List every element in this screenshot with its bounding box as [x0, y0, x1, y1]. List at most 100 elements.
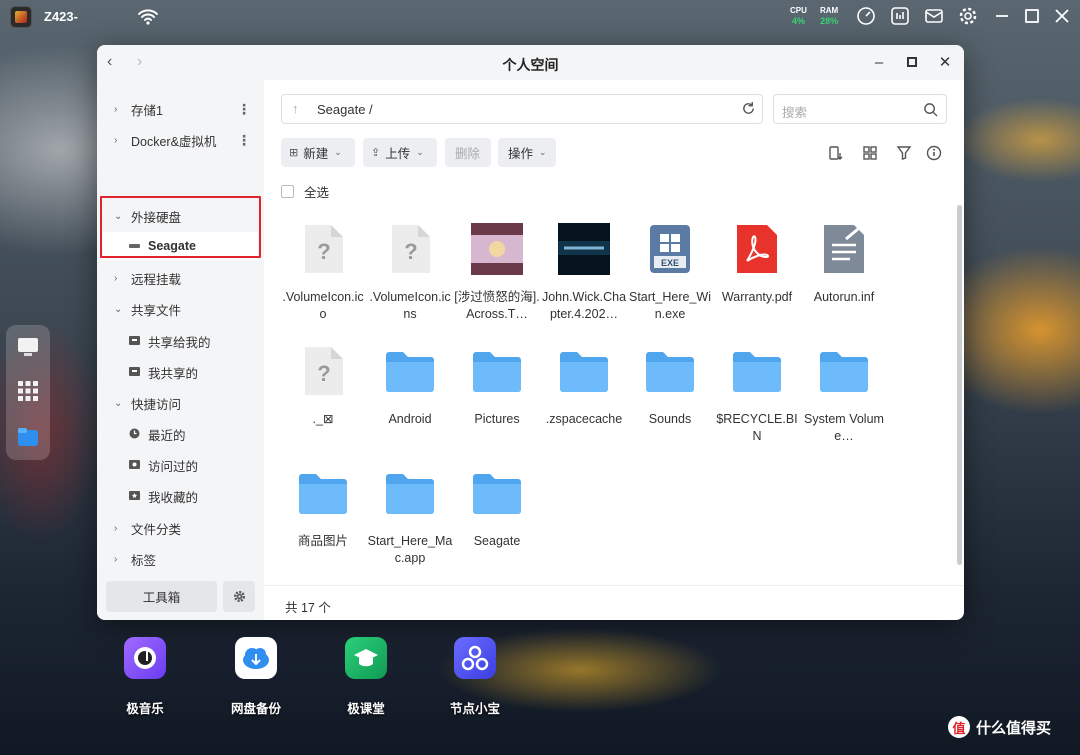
file-name: Start_Here_Win.exe: [629, 290, 711, 321]
file-name: Warranty.pdf: [721, 290, 793, 304]
file-item[interactable]: Warranty.pdf: [714, 223, 800, 306]
sidebar-item-shared-files[interactable]: ⌄ 共享文件: [97, 295, 264, 323]
arrow-up-icon[interactable]: ↑: [292, 101, 299, 116]
app-grid-icon[interactable]: [17, 380, 39, 402]
unknown-file-icon: ?: [297, 345, 349, 397]
file-item[interactable]: Sounds: [627, 345, 713, 428]
chevron-down-icon: ⌄: [334, 147, 342, 157]
path-bar[interactable]: ↑ Seagate /: [281, 94, 763, 124]
more-options-icon[interactable]: ⋮: [237, 132, 251, 149]
sidebar-item-docker-vm[interactable]: › Docker&虚拟机 ⋮: [97, 126, 264, 154]
sidebar-item-quick-access[interactable]: ⌄ 快捷访问: [97, 389, 264, 417]
select-all[interactable]: 全选: [281, 182, 329, 201]
sidebar-item-recent[interactable]: 最近的: [97, 420, 264, 448]
select-all-checkbox[interactable]: [281, 185, 294, 198]
sidebar-item-label: 访问过的: [148, 459, 199, 474]
file-item[interactable]: Android: [367, 345, 453, 428]
sidebar-item-file-categories[interactable]: › 文件分类: [97, 514, 264, 542]
minimize-icon[interactable]: [992, 6, 1012, 26]
file-manager-icon[interactable]: [17, 427, 39, 447]
file-item[interactable]: Start_Here_Mac.app: [367, 467, 453, 567]
desktop-app-node-helper[interactable]: 节点小宝: [430, 637, 520, 717]
upload-button[interactable]: ⇪ 上传 ⌄: [363, 138, 437, 167]
file-name: Sounds: [648, 412, 692, 426]
sidebar-item-visited[interactable]: 访问过的: [97, 451, 264, 479]
refresh-icon[interactable]: [741, 101, 756, 116]
search-input[interactable]: 搜索: [773, 94, 947, 124]
file-item[interactable]: 商品图片: [280, 467, 366, 550]
sidebar-item-my-shares[interactable]: 我共享的: [97, 358, 264, 386]
file-item[interactable]: ? .VolumeIcon.ico: [280, 223, 366, 323]
sidebar-item-shared-with-me[interactable]: 共享给我的: [97, 327, 264, 355]
sidebar-item-label: 共享文件: [131, 303, 182, 318]
unknown-file-icon: ?: [384, 223, 436, 275]
file-name: [涉过愤怒的海].Across.T…: [454, 290, 540, 321]
file-item[interactable]: Seagate: [454, 467, 540, 550]
sidebar-settings-button[interactable]: [223, 581, 255, 612]
file-item[interactable]: [涉过愤怒的海].Across.T…: [454, 223, 540, 323]
file-name: .zspacecache: [545, 412, 623, 426]
close-icon[interactable]: [1052, 6, 1072, 26]
delete-button[interactable]: 删除: [445, 138, 491, 167]
file-item[interactable]: Pictures: [454, 345, 540, 428]
watermark: 值 什么值得买: [948, 716, 1051, 738]
info-icon[interactable]: [926, 145, 942, 161]
file-name: Autorun.inf: [813, 290, 875, 304]
system-logo-icon[interactable]: [10, 6, 32, 28]
ram-value: 28%: [820, 16, 839, 26]
actions-button[interactable]: 操作 ⌄: [498, 138, 556, 167]
file-item[interactable]: EXE Start_Here_Win.exe: [627, 223, 713, 323]
desktop-app-classroom[interactable]: 极课堂: [321, 637, 411, 717]
chevron-down-icon: ⌄: [539, 147, 547, 157]
desktop-app-cloud-backup[interactable]: 网盘备份: [211, 637, 301, 717]
window-minimize-button[interactable]: –: [870, 54, 888, 72]
sidebar-item-storage1[interactable]: › 存储1 ⋮: [97, 95, 264, 123]
file-name: ._⊠: [312, 412, 334, 426]
ram-label: RAM: [820, 6, 839, 15]
maximize-icon[interactable]: [1022, 6, 1042, 26]
app-label: 网盘备份: [230, 702, 281, 716]
mail-icon[interactable]: [924, 6, 944, 26]
pdf-icon: [731, 223, 783, 275]
file-item[interactable]: John.Wick.Chapter.4.202…: [541, 223, 627, 323]
desktop-app-music[interactable]: 极音乐: [100, 637, 190, 717]
file-item[interactable]: ? ._⊠: [280, 345, 366, 428]
sidebar-item-label: 标签: [131, 553, 157, 568]
chevron-down-icon: ⌄: [114, 397, 123, 409]
chevron-right-icon: ›: [114, 553, 118, 565]
file-item[interactable]: .zspacecache: [541, 345, 627, 428]
file-item[interactable]: $RECYCLE.BIN: [714, 345, 800, 445]
file-item[interactable]: System Volume…: [801, 345, 887, 445]
settings-gear-icon[interactable]: [958, 6, 978, 26]
actions-label: 操作: [508, 147, 534, 161]
more-options-icon[interactable]: ⋮: [237, 101, 251, 118]
cpu-usage[interactable]: CPU 4%: [790, 6, 807, 26]
window-maximize-button[interactable]: [903, 54, 921, 72]
file-item[interactable]: ? .VolumeIcon.icns: [367, 223, 453, 323]
window-close-button[interactable]: ✕: [936, 54, 954, 72]
filter-icon[interactable]: [896, 145, 912, 161]
new-button[interactable]: ⊞ 新建 ⌄: [281, 138, 355, 167]
monitor-icon[interactable]: [890, 6, 910, 26]
sidebar-item-remote-mount[interactable]: › 远程挂载: [97, 264, 264, 292]
app-label: 节点小宝: [449, 702, 500, 716]
sidebar-item-favorites[interactable]: 我收藏的: [97, 482, 264, 510]
chevron-right-icon: ›: [114, 103, 118, 115]
device-name: Z423-: [44, 9, 78, 24]
wifi-icon[interactable]: [137, 6, 159, 26]
file-name: Android: [388, 412, 432, 426]
toolbox-button[interactable]: 工具箱: [106, 581, 217, 612]
speedometer-icon[interactable]: [856, 6, 876, 26]
sort-icon[interactable]: [828, 145, 844, 161]
highlight-annotation: [100, 196, 261, 258]
window-maximize-icon: [907, 57, 917, 67]
desktop-icon[interactable]: [17, 337, 39, 357]
scrollbar[interactable]: [957, 205, 962, 565]
search-icon[interactable]: [923, 102, 938, 117]
grid-view-icon[interactable]: [862, 145, 878, 161]
text-file-icon: [818, 223, 870, 275]
ram-usage[interactable]: RAM 28%: [820, 6, 838, 26]
sidebar-item-tags[interactable]: › 标签: [97, 545, 264, 573]
file-item[interactable]: Autorun.inf: [801, 223, 887, 306]
file-name: .VolumeIcon.ico: [282, 290, 364, 321]
